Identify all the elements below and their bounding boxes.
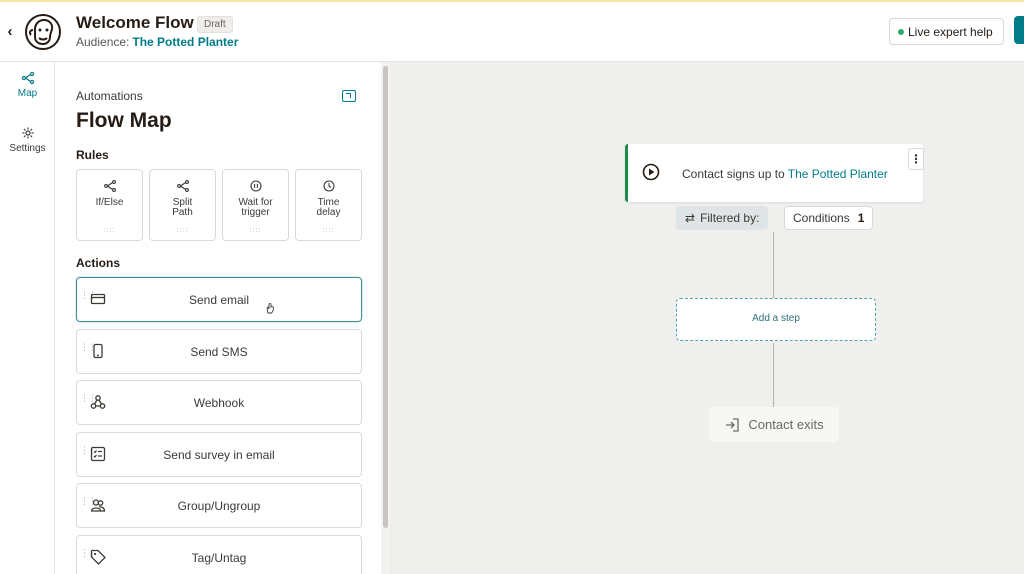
filtered-by-button[interactable]: ⇄ Filtered by: [676,206,769,230]
flow-connector-line [773,232,774,298]
nav-label-settings: Settings [9,143,46,154]
flow-map-panel: Automations Flow Map Rules If/Else :::: … [56,62,390,574]
rule-card-time-delay[interactable]: Time delay :::: [295,169,362,241]
audience-label: Audience: [76,35,130,49]
action-send-sms[interactable]: ⋮⋮ Send SMS [76,329,362,374]
live-expert-help-button[interactable]: Live expert help [889,18,1004,45]
drag-handle-icon[interactable]: :::: [77,227,142,234]
trigger-step-card[interactable]: Contact signs up to The Potted Planter ⋮ [625,144,924,202]
trigger-text: Contact signs up to The Potted Planter [682,167,888,181]
drag-handle-icon[interactable]: :::: [296,227,361,234]
panel-eyebrow: Automations [76,89,143,103]
online-status-dot-icon [898,28,904,35]
rule-label: Wait for trigger [238,197,273,218]
conditions-label: Conditions [793,211,850,225]
action-label: Send SMS [190,345,248,359]
pause-circle-icon [249,180,262,192]
action-label: Webhook [193,396,245,410]
filter-label: Filtered by: [700,211,760,225]
rule-label: Time delay [316,197,341,218]
mailchimp-logo[interactable] [24,13,62,51]
panel-scrollbar-thumb[interactable] [383,66,388,528]
clock-icon [322,180,335,192]
hand-cursor-icon [266,302,274,314]
split-icon [176,180,189,192]
rule-card-split-path[interactable]: Split Path :::: [149,169,216,241]
exit-icon [726,417,740,432]
drag-handle-icon[interactable]: :::: [150,227,215,234]
contact-exits-node: Contact exits [709,407,839,442]
nav-label-map: Map [17,88,38,99]
collapse-panel-icon[interactable] [342,90,356,102]
add-a-step-button[interactable]: Add a step [676,298,876,341]
conditions-count: 1 [857,211,865,225]
rule-card-if-else[interactable]: If/Else :::: [76,169,143,241]
action-tag-untag[interactable]: ⋮⋮ Tag/Untag [76,535,362,574]
action-send-survey-in-email[interactable]: ⋮⋮ Send survey in email [76,432,362,477]
rule-label: Split Path [172,197,193,218]
gear-icon [22,127,33,139]
actions-heading: Actions [76,256,121,270]
conditions-button[interactable]: Conditions 1 [784,206,874,230]
audience-link[interactable]: The Potted Planter [132,35,238,49]
more-options-icon[interactable]: ⋮ [908,148,924,170]
nav-item-map[interactable]: Map [0,72,55,99]
rules-heading: Rules [76,148,109,162]
action-webhook[interactable]: ⋮⋮ Webhook [76,380,362,425]
exit-label: Contact exits [748,417,824,432]
action-label: Tag/Untag [191,551,247,565]
flow-connector-line [773,343,774,407]
left-navigation: Map Settings [0,62,55,574]
nav-item-settings[interactable]: Settings [0,127,55,154]
action-label: Send survey in email [163,448,275,462]
primary-action-button[interactable] [1014,16,1024,44]
audience-line: Audience: The Potted Planter [76,35,238,49]
action-label: Send email [188,293,250,307]
rule-label: If/Else [95,197,124,208]
drag-handle-icon[interactable]: :::: [223,227,288,234]
trigger-description: Contact signs up to [682,167,785,181]
back-chevron-icon[interactable]: ‹ [3,22,17,42]
trigger-audience-link[interactable]: The Potted Planter [788,167,888,181]
rule-card-wait-for-trigger[interactable]: Wait for trigger :::: [222,169,289,241]
action-send-email[interactable]: ⋮⋮ Send email [76,277,362,322]
map-branch-icon [21,72,34,84]
status-badge: Draft [197,16,233,33]
flow-title[interactable]: Welcome Flow [76,13,194,33]
panel-title: Flow Map [76,109,172,132]
action-group-ungroup[interactable]: ⋮⋮ Group/Ungroup [76,483,362,528]
action-label: Group/Ungroup [177,499,261,513]
live-help-label: Live expert help [908,24,993,39]
top-bar: ‹ Welcome Flow Draft Audience: The Potted… [0,0,1024,62]
filter-arrows-icon: ⇄ [685,211,696,225]
branch-icon [103,180,116,192]
play-circle-icon [642,163,660,181]
